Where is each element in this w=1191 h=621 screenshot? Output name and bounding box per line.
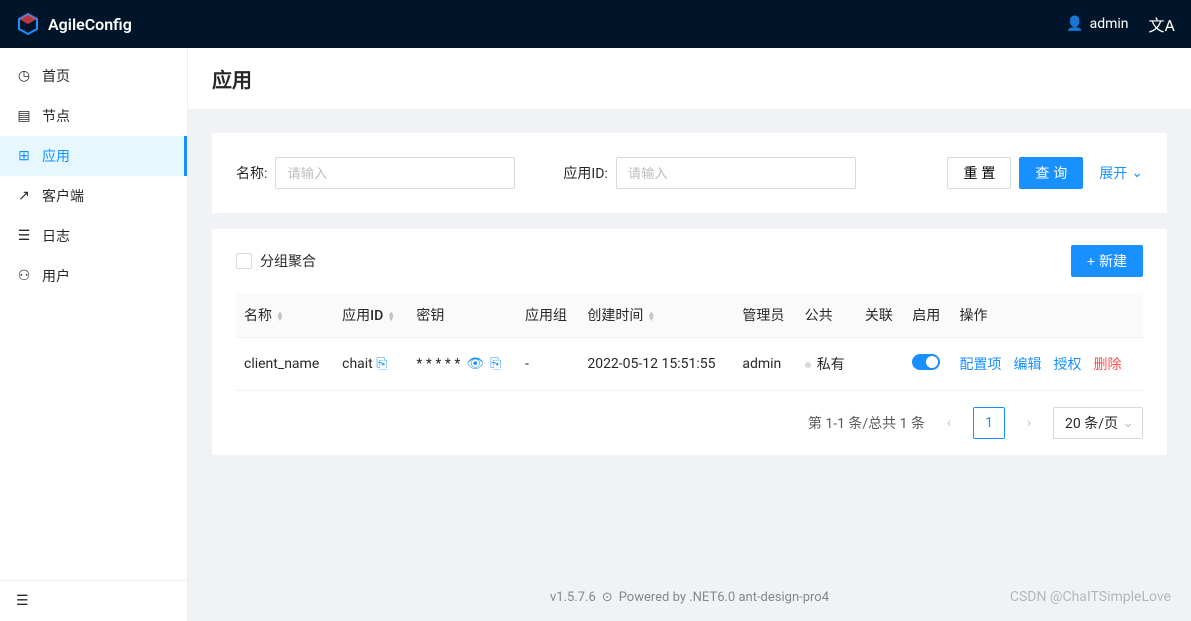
cell-created: 2022-05-12 15:51:55 [579,338,734,391]
header-right: 👤 admin 文A [1066,12,1175,36]
search-name-field: 名称: [236,157,515,189]
col-name[interactable]: 名称▲▼ [236,293,334,338]
sidebar-item-label: 首页 [42,66,70,86]
cell-related [857,338,904,391]
sidebar-item-apps[interactable]: ⊞ 应用 [0,136,187,176]
cell-admin: admin [734,338,796,391]
github-icon[interactable]: ⊙ [602,590,613,605]
col-admin: 管理员 [734,293,796,338]
search-name-label: 名称: [236,163,267,183]
page-header: 应用 [188,48,1191,109]
dashboard-icon: ◷ [16,68,32,84]
sidebar-item-clients[interactable]: ↗ 客户端 [0,176,187,216]
copy-icon[interactable]: ⎘ [376,356,387,372]
client-icon: ↗ [16,188,32,204]
node-icon: ▤ [16,108,32,124]
sidebar-collapse[interactable]: ☰ [0,580,187,621]
app-icon: ⊞ [16,148,32,164]
cell-actions: 配置项 编辑 授权 删除 [952,338,1143,391]
sidebar-menu: ◷ 首页 ▤ 节点 ⊞ 应用 ↗ 客户端 ☰ 日志 ⚇ 用户 [0,48,187,580]
apps-table: 名称▲▼ 应用ID▲▼ 密钥 应用组 创建时间▲▼ 管理员 公共 关联 启用 操… [236,293,1143,391]
page-prev[interactable]: ‹ [937,411,961,435]
checkbox-icon [236,253,252,269]
brand-name: AgileConfig [48,15,132,34]
enable-switch[interactable] [912,354,940,370]
search-appid-input[interactable] [616,157,856,189]
sidebar-item-label: 用户 [42,266,70,286]
username: admin [1090,16,1129,32]
sidebar-item-nodes[interactable]: ▤ 节点 [0,96,187,136]
action-config[interactable]: 配置项 [960,354,1002,374]
search-appid-label: 应用ID: [563,163,607,183]
logo-icon [16,12,40,36]
sidebar-item-label: 客户端 [42,186,84,206]
sidebar-item-label: 日志 [42,226,70,246]
search-appid-field: 应用ID: [563,157,855,189]
eye-off-icon[interactable]: 👁 [466,356,484,372]
col-appid[interactable]: 应用ID▲▼ [334,293,408,338]
col-actions: 操作 [952,293,1143,338]
expand-link[interactable]: 展开 ⌄ [1099,163,1143,183]
page-info: 第 1-1 条/总共 1 条 [808,413,925,433]
search-name-input[interactable] [275,157,515,189]
copy-icon[interactable]: ⎘ [490,356,501,372]
page-next[interactable]: › [1017,411,1041,435]
pagination: 第 1-1 条/总共 1 条 ‹ 1 › 20 条/页 [236,391,1143,439]
cell-group: - [517,338,579,391]
footer-version: v1.5.7.6 [550,590,596,605]
language-icon[interactable]: 文A [1149,12,1175,36]
sidebar-item-label: 节点 [42,106,70,126]
action-edit[interactable]: 编辑 [1014,354,1042,374]
cell-secret: * * * * * 👁 ⎘ [408,338,517,391]
cell-appid: chait ⎘ [334,338,408,391]
sidebar-item-label: 应用 [42,146,70,166]
sidebar-item-logs[interactable]: ☰ 日志 [0,216,187,256]
cell-public: 私有 [797,338,857,391]
main-content: 应用 名称: 应用ID: 重 置 查 询 [188,48,1191,621]
group-checkbox[interactable]: 分组聚合 [236,251,316,271]
collapse-icon: ☰ [16,593,29,609]
header-brand: AgileConfig [16,12,132,36]
cell-name: client_name [236,338,334,391]
plus-icon: + [1087,253,1095,269]
action-delete[interactable]: 删除 [1094,354,1122,374]
user-icon: 👤 [1066,16,1083,32]
col-created[interactable]: 创建时间▲▼ [579,293,734,338]
table-row: client_name chait ⎘ * * * * * 👁 ⎘ [236,338,1143,391]
action-auth[interactable]: 授权 [1054,354,1082,374]
query-button[interactable]: 查 询 [1019,157,1083,189]
sidebar: ◷ 首页 ▤ 节点 ⊞ 应用 ↗ 客户端 ☰ 日志 ⚇ 用户 [0,48,188,621]
col-enabled: 启用 [904,293,951,338]
search-panel: 名称: 应用ID: 重 置 查 询 展开 ⌄ [212,133,1167,213]
new-button[interactable]: + 新建 [1071,245,1143,277]
page-size-select[interactable]: 20 条/页 [1053,407,1143,439]
footer: v1.5.7.6 ⊙ Powered by .NET6.0 ant-design… [188,574,1191,621]
reset-button[interactable]: 重 置 [947,157,1011,189]
chevron-down-icon: ⌄ [1131,165,1143,181]
sidebar-item-home[interactable]: ◷ 首页 [0,56,187,96]
log-icon: ☰ [16,228,32,244]
sidebar-item-users[interactable]: ⚇ 用户 [0,256,187,296]
footer-powered: Powered by .NET6.0 ant-design-pro4 [619,590,829,605]
table-toolbar: 分组聚合 + 新建 [236,245,1143,277]
col-group: 应用组 [517,293,579,338]
user-menu[interactable]: 👤 admin [1066,16,1128,32]
user-icon: ⚇ [16,268,32,284]
page-title: 应用 [212,64,1167,93]
cell-enabled [904,338,951,391]
top-header: AgileConfig 👤 admin 文A [0,0,1191,48]
col-related: 关联 [857,293,904,338]
col-public: 公共 [797,293,857,338]
col-secret: 密钥 [408,293,517,338]
page-number[interactable]: 1 [973,407,1005,439]
table-panel: 分组聚合 + 新建 名称▲▼ 应用ID▲▼ 密钥 应用组 创 [212,229,1167,455]
group-label: 分组聚合 [260,251,316,271]
